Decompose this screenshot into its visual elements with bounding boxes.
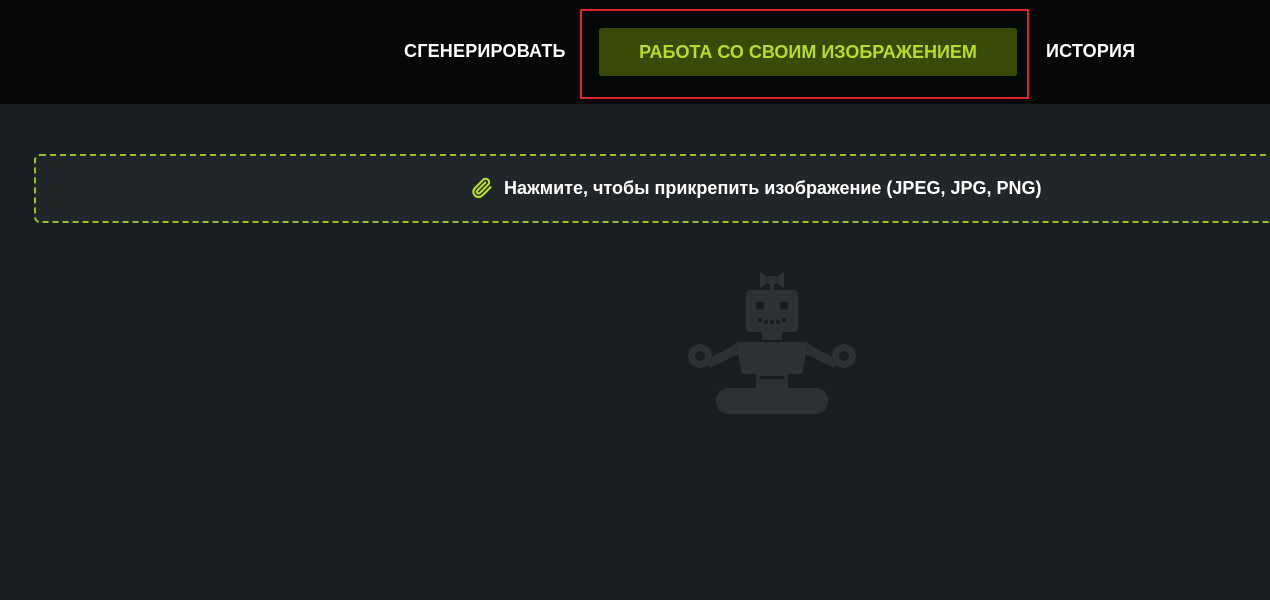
nav-own-image[interactable]: РАБОТА СО СВОИМ ИЗОБРАЖЕНИЕМ: [599, 28, 1017, 76]
robot-meditating-icon: [676, 270, 868, 418]
top-navigation-bar: СГЕНЕРИРОВАТЬ РАБОТА СО СВОИМ ИЗОБРАЖЕНИ…: [0, 0, 1270, 104]
upload-dropzone[interactable]: Нажмите, чтобы прикрепить изображение (J…: [34, 154, 1270, 223]
upload-prompt[interactable]: Нажмите, чтобы прикрепить изображение (J…: [470, 176, 1041, 200]
upload-label: Нажмите, чтобы прикрепить изображение (J…: [504, 177, 1042, 198]
paperclip-icon: [470, 176, 494, 200]
nav-generate[interactable]: СГЕНЕРИРОВАТЬ: [404, 41, 566, 62]
nav-history[interactable]: ИСТОРИЯ: [1046, 41, 1135, 62]
